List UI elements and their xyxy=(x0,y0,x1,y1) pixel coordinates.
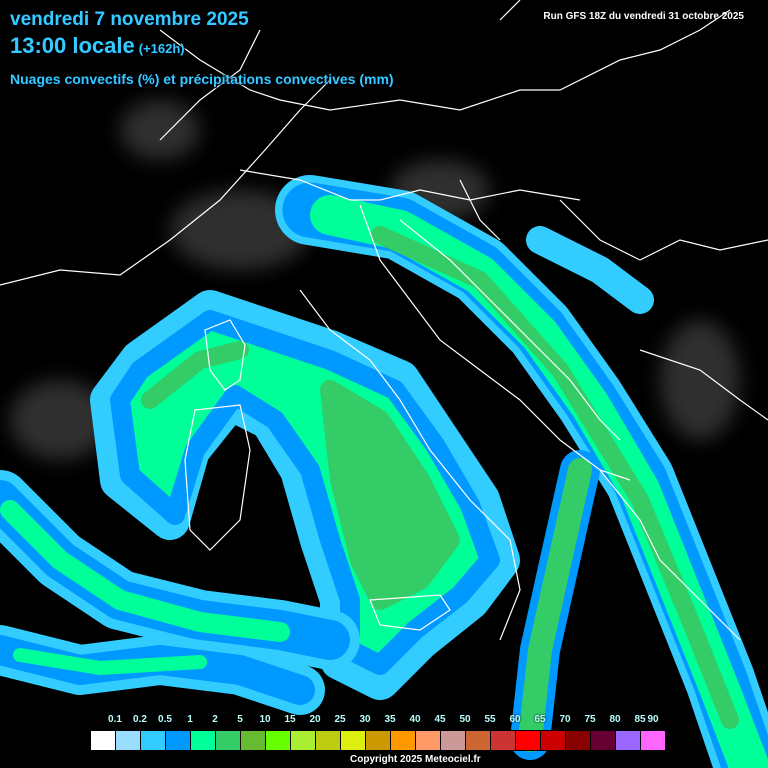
legend-swatch xyxy=(241,731,266,750)
legend-swatch xyxy=(341,731,366,750)
precip-areas xyxy=(0,175,768,768)
legend-swatch xyxy=(391,731,416,750)
copyright: Copyright 2025 Meteociel.fr xyxy=(350,754,481,765)
legend-label: 90 xyxy=(647,714,659,725)
legend-swatch xyxy=(366,731,391,750)
legend-label: 15 xyxy=(284,714,296,725)
weather-map: vendredi 7 novembre 2025 13:00 locale (+1… xyxy=(0,0,768,768)
legend-swatch xyxy=(416,731,441,750)
legend-swatch xyxy=(91,731,116,750)
legend-swatch xyxy=(566,731,591,750)
legend-swatch xyxy=(166,731,191,750)
local-time: 13:00 locale xyxy=(10,33,135,58)
legend-label: 35 xyxy=(384,714,396,725)
legend-swatch xyxy=(616,731,641,750)
legend-label: 65 xyxy=(534,714,546,725)
legend-label: 30 xyxy=(359,714,371,725)
legend-label: 20 xyxy=(309,714,321,725)
legend-label: 75 xyxy=(584,714,596,725)
legend-label: 5 xyxy=(237,714,243,725)
map-subtitle: Nuages convectifs (%) et précipitations … xyxy=(10,71,394,87)
legend-swatch xyxy=(191,731,216,750)
legend-swatch xyxy=(491,731,516,750)
legend-swatch xyxy=(141,731,166,750)
legend-swatch xyxy=(316,731,341,750)
legend-label: 0.5 xyxy=(158,714,172,725)
legend-label: 10 xyxy=(259,714,271,725)
forecast-time: 13:00 locale (+162h) xyxy=(10,33,185,59)
forecast-date: vendredi 7 novembre 2025 xyxy=(10,9,249,30)
precipitation-map xyxy=(0,0,768,768)
legend-swatch xyxy=(641,731,665,750)
legend-swatch xyxy=(541,731,566,750)
legend-label: 80 xyxy=(609,714,621,725)
legend-labels: 0.1 0.2 0.5 1 2 5 10 15 20 25 30 35 40 45 50 55 60 65 70 75… xyxy=(0,714,768,728)
model-run-info: Run GFS 18Z du vendredi 31 octobre 2025 xyxy=(543,11,744,22)
legend-swatch xyxy=(116,731,141,750)
legend-swatch xyxy=(591,731,616,750)
legend-label: 60 xyxy=(509,714,521,725)
legend-label: 85 xyxy=(634,714,646,725)
legend-swatch xyxy=(441,731,466,750)
lead-time: (+162h) xyxy=(138,41,185,56)
legend-swatch xyxy=(516,731,541,750)
legend-label: 25 xyxy=(334,714,346,725)
legend-swatch xyxy=(266,731,291,750)
legend-label: 0.1 xyxy=(108,714,122,725)
legend-swatch xyxy=(291,731,316,750)
legend-label: 70 xyxy=(559,714,571,725)
legend-label: 40 xyxy=(409,714,421,725)
legend-label: 1 xyxy=(187,714,193,725)
legend-label: 45 xyxy=(434,714,446,725)
legend-label: 0.2 xyxy=(133,714,147,725)
legend-label: 55 xyxy=(484,714,496,725)
legend-label: 2 xyxy=(212,714,218,725)
legend-label: 50 xyxy=(459,714,471,725)
legend-swatch xyxy=(466,731,491,750)
legend-swatch xyxy=(216,731,241,750)
color-legend xyxy=(90,730,666,751)
